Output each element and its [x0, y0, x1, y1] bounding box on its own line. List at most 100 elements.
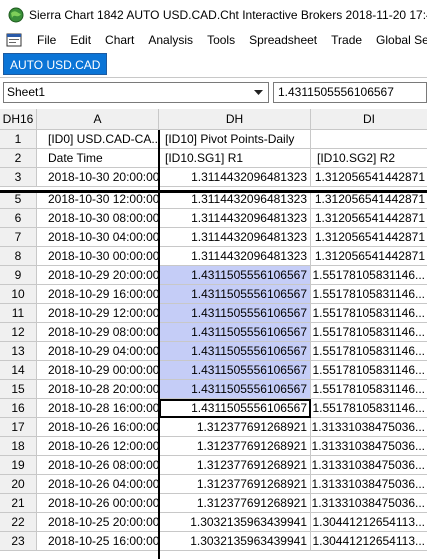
- cell-pivot-r2[interactable]: 1.55178105831146...: [311, 304, 427, 323]
- menu-chart[interactable]: Chart: [98, 30, 141, 50]
- cell-date-time[interactable]: 2018-10-29 00:00:00: [37, 361, 159, 380]
- cell-date-time[interactable]: 2018-10-28 16:00:00: [37, 399, 159, 418]
- cell-pivot-r2[interactable]: 1.312056541442871: [311, 228, 427, 247]
- cell-pivot-r1[interactable]: 1.312377691268921: [159, 437, 311, 456]
- cell-date-time[interactable]: 2018-10-30 04:00:00: [37, 228, 159, 247]
- cell-pivot-r2[interactable]: 1.55178105831146...: [311, 399, 427, 418]
- row-header[interactable]: 10: [0, 285, 37, 304]
- cell-date-time[interactable]: 2018-10-29 04:00:00: [37, 342, 159, 361]
- cell-pivot-r2[interactable]: 1.312056541442871: [311, 247, 427, 266]
- cell-pivot-r1[interactable]: 1.4311505556106567: [159, 285, 311, 304]
- cell-date-time[interactable]: 2018-10-30 00:00:00: [37, 247, 159, 266]
- cell-pivot-r1[interactable]: 1.312377691268921: [159, 456, 311, 475]
- chevron-down-icon[interactable]: [250, 84, 266, 101]
- cell-date-time[interactable]: 2018-10-26 12:00:00: [37, 437, 159, 456]
- row-header[interactable]: 23: [0, 532, 37, 551]
- menu-trade[interactable]: Trade: [324, 30, 369, 50]
- cell-pivot-r1[interactable]: 1.312377691268921: [159, 475, 311, 494]
- cell-pivot-r2[interactable]: [ID10.SG2] R2: [311, 149, 427, 168]
- menu-global-settings[interactable]: Global Settin: [369, 30, 427, 50]
- cell-pivot-r2[interactable]: [311, 130, 427, 149]
- cell-date-time[interactable]: 2018-10-26 00:00:00: [37, 494, 159, 513]
- tab-auto-usd-cad[interactable]: AUTO USD.CAD: [3, 53, 108, 75]
- cell-pivot-r1[interactable]: [ID10] Pivot Points-Daily: [159, 130, 311, 149]
- row-header[interactable]: 6: [0, 209, 37, 228]
- sheet-selector[interactable]: Sheet1: [3, 82, 269, 103]
- cell-pivot-r2[interactable]: 1.31331038475036...: [311, 494, 427, 513]
- row-header[interactable]: 7: [0, 228, 37, 247]
- row-header[interactable]: 22: [0, 513, 37, 532]
- menu-file[interactable]: File: [30, 30, 63, 50]
- row-header[interactable]: 13: [0, 342, 37, 361]
- cell-date-time[interactable]: 2018-10-26 04:00:00: [37, 475, 159, 494]
- cell-pivot-r2[interactable]: 1.31331038475036...: [311, 456, 427, 475]
- cell-pivot-r2[interactable]: 1.55178105831146...: [311, 285, 427, 304]
- cell-date-time[interactable]: [ID0] USD.CAD-CA...: [37, 130, 159, 149]
- cell-pivot-r1[interactable]: 1.3114432096481323: [159, 247, 311, 266]
- cell-pivot-r1[interactable]: 1.4311505556106567: [159, 380, 311, 399]
- cell-date-time[interactable]: Date Time: [37, 149, 159, 168]
- row-header[interactable]: 17: [0, 418, 37, 437]
- row-header[interactable]: 8: [0, 247, 37, 266]
- column-header-a[interactable]: A: [37, 109, 159, 130]
- cell-date-time[interactable]: 2018-10-30 08:00:00: [37, 209, 159, 228]
- cell-date-time[interactable]: 2018-10-29 12:00:00: [37, 304, 159, 323]
- cell-date-time[interactable]: 2018-10-30 20:00:00: [37, 168, 159, 187]
- cell-pivot-r1[interactable]: 1.312377691268921: [159, 418, 311, 437]
- row-header[interactable]: 18: [0, 437, 37, 456]
- cell-pivot-r1[interactable]: [ID10.SG1] R1: [159, 149, 311, 168]
- row-header[interactable]: 19: [0, 456, 37, 475]
- cell-pivot-r2[interactable]: 1.312056541442871: [311, 168, 427, 187]
- cell-pivot-r2[interactable]: 1.312056541442871: [311, 209, 427, 228]
- cell-pivot-r2[interactable]: 1.30441212654113...: [311, 513, 427, 532]
- row-header[interactable]: 3: [0, 168, 37, 187]
- row-header[interactable]: 12: [0, 323, 37, 342]
- cell-pivot-r1[interactable]: 1.3114432096481323: [159, 168, 311, 187]
- cell-edit-field[interactable]: 1.4311505556106567: [273, 82, 427, 103]
- row-header[interactable]: 2: [0, 149, 37, 168]
- row-header[interactable]: 9: [0, 266, 37, 285]
- cell-pivot-r1[interactable]: 1.4311505556106567: [159, 266, 311, 285]
- system-menu-icon[interactable]: [6, 33, 22, 47]
- cell-pivot-r1[interactable]: 1.4311505556106567: [159, 342, 311, 361]
- row-header[interactable]: 16: [0, 399, 37, 418]
- cell-date-time[interactable]: 2018-10-29 20:00:00: [37, 266, 159, 285]
- cell-pivot-r1[interactable]: 1.3114432096481323: [159, 209, 311, 228]
- active-cell[interactable]: 1.4311505556106567: [159, 399, 311, 418]
- cell-pivot-r1[interactable]: 1.4311505556106567: [159, 361, 311, 380]
- cell-date-time[interactable]: 2018-10-25 16:00:00: [37, 532, 159, 551]
- menu-tools[interactable]: Tools: [200, 30, 242, 50]
- cell-pivot-r1[interactable]: 1.4311505556106567: [159, 323, 311, 342]
- cell-pivot-r2[interactable]: 1.55178105831146...: [311, 361, 427, 380]
- cell-pivot-r2[interactable]: 1.55178105831146...: [311, 342, 427, 361]
- cell-pivot-r1[interactable]: 1.4311505556106567: [159, 304, 311, 323]
- cell-pivot-r1[interactable]: 1.3032135963439941: [159, 513, 311, 532]
- cell-date-time[interactable]: 2018-10-26 08:00:00: [37, 456, 159, 475]
- cell-pivot-r1[interactable]: 1.3114432096481323: [159, 228, 311, 247]
- row-header[interactable]: 15: [0, 380, 37, 399]
- cell-date-time[interactable]: 2018-10-26 16:00:00: [37, 418, 159, 437]
- cell-date-time[interactable]: 2018-10-28 20:00:00: [37, 380, 159, 399]
- cell-pivot-r2[interactable]: 1.30441212654113...: [311, 532, 427, 551]
- row-header[interactable]: 20: [0, 475, 37, 494]
- cell-date-time[interactable]: 2018-10-25 20:00:00: [37, 513, 159, 532]
- column-header-dh[interactable]: DH: [159, 109, 311, 130]
- cell-pivot-r2[interactable]: 1.31331038475036...: [311, 475, 427, 494]
- row-header[interactable]: 21: [0, 494, 37, 513]
- cell-date-time[interactable]: 2018-10-29 16:00:00: [37, 285, 159, 304]
- cell-pivot-r2[interactable]: 1.55178105831146...: [311, 380, 427, 399]
- cell-pivot-r1[interactable]: 1.312377691268921: [159, 494, 311, 513]
- row-header[interactable]: 14: [0, 361, 37, 380]
- cell-pivot-r1[interactable]: 1.3032135963439941: [159, 532, 311, 551]
- cell-pivot-r2[interactable]: 1.55178105831146...: [311, 266, 427, 285]
- cell-date-time[interactable]: 2018-10-29 08:00:00: [37, 323, 159, 342]
- menu-analysis[interactable]: Analysis: [141, 30, 200, 50]
- cell-pivot-r2[interactable]: 1.31331038475036...: [311, 437, 427, 456]
- cell-pivot-r2[interactable]: 1.55178105831146...: [311, 323, 427, 342]
- column-header-di[interactable]: DI: [311, 109, 427, 130]
- row-header[interactable]: 1: [0, 130, 37, 149]
- menu-spreadsheet[interactable]: Spreadsheet: [242, 30, 324, 50]
- menu-edit[interactable]: Edit: [63, 30, 98, 50]
- cell-pivot-r2[interactable]: 1.31331038475036...: [311, 418, 427, 437]
- row-header[interactable]: 11: [0, 304, 37, 323]
